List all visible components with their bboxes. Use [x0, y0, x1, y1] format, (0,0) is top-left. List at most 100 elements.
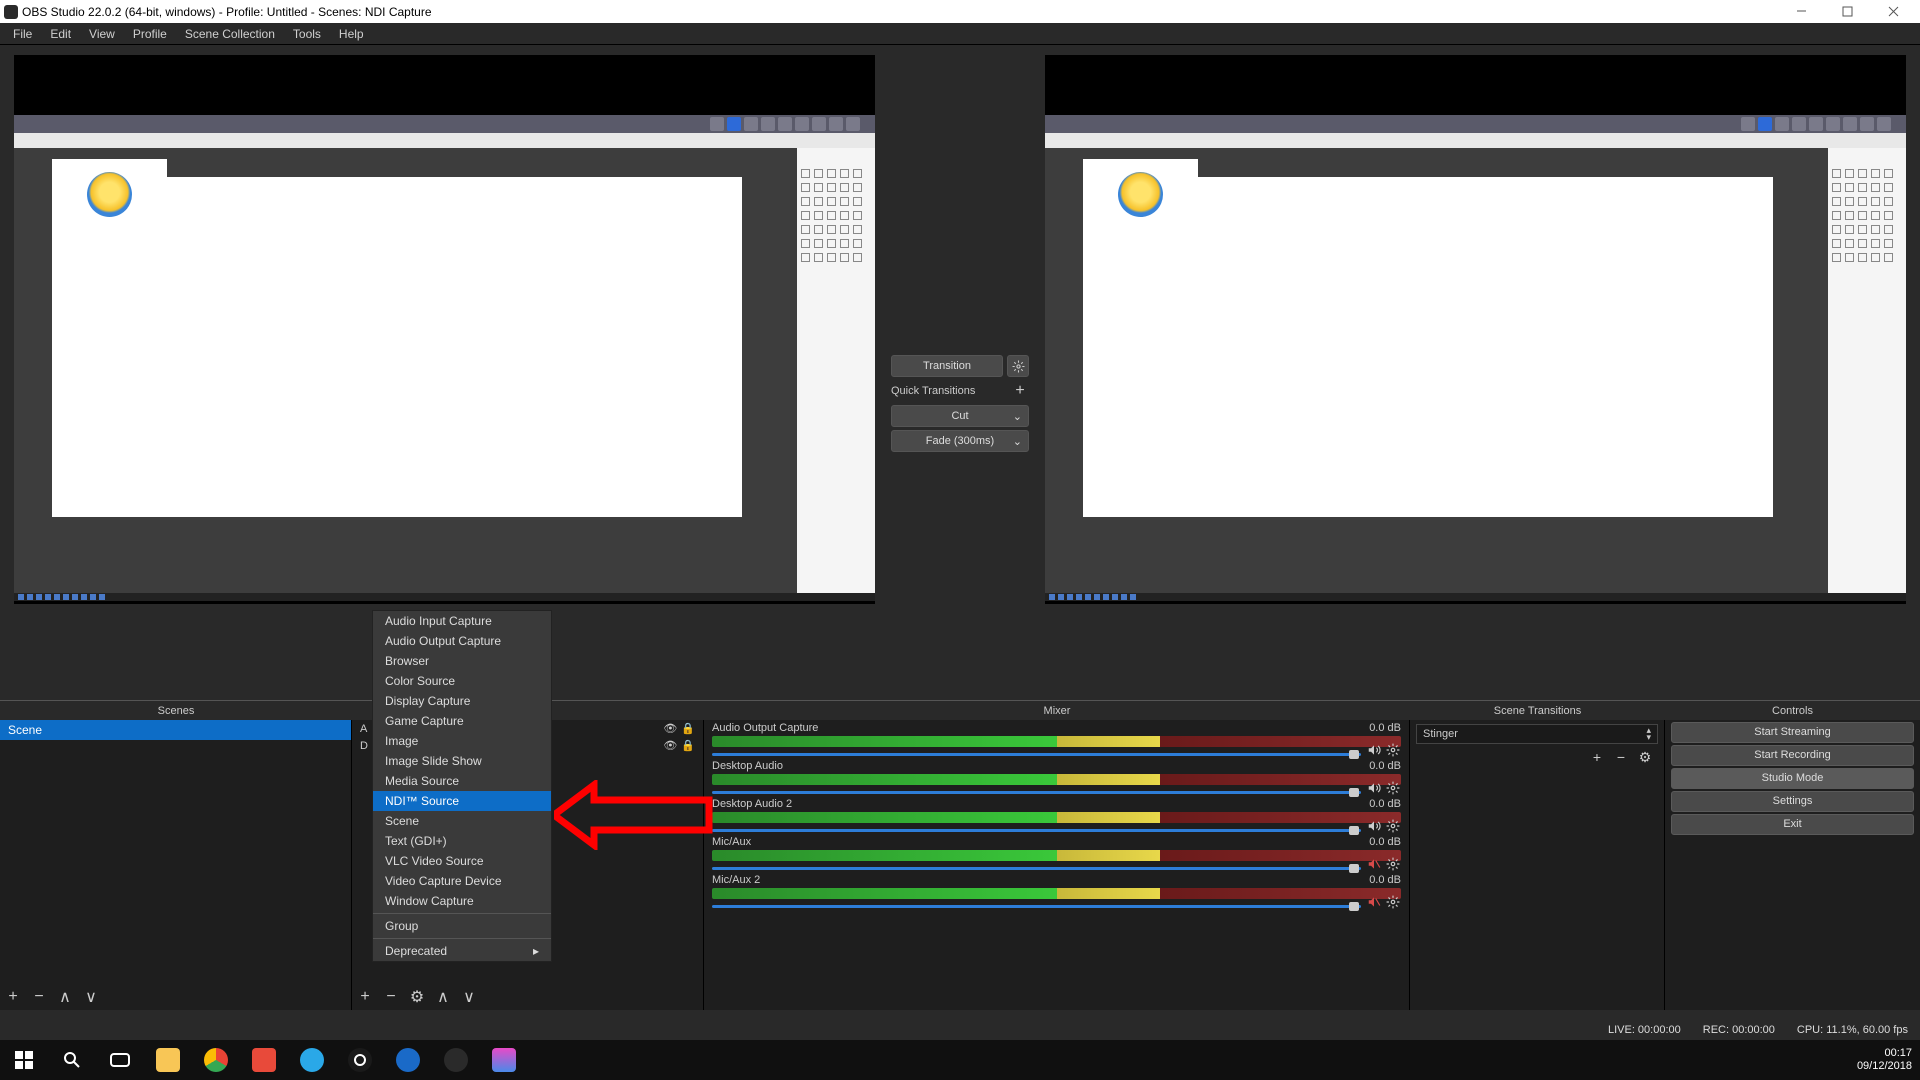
dock-scenes: Scene + − ∧ ∨ — [0, 720, 352, 1010]
context-menu-item[interactable]: Group — [373, 916, 551, 936]
scene-item[interactable]: Scene — [0, 720, 351, 740]
mute-button[interactable] — [1366, 742, 1382, 758]
context-menu-item[interactable]: Audio Output Capture — [373, 631, 551, 651]
context-menu-item[interactable]: VLC Video Source — [373, 851, 551, 871]
dock-scene-transitions: Stinger ▴▾ + − ⚙ — [1410, 720, 1665, 1010]
lock-icon[interactable]: 🔒 — [681, 722, 695, 735]
taskbar-app[interactable] — [384, 1040, 432, 1080]
menu-profile[interactable]: Profile — [124, 24, 176, 44]
quick-transition-cut[interactable]: Cut⌄ — [891, 405, 1029, 427]
control-button-settings[interactable]: Settings — [1671, 791, 1914, 812]
menu-tools[interactable]: Tools — [284, 24, 330, 44]
system-tray[interactable]: 00:17 09/12/2018 — [1857, 1047, 1920, 1073]
search-icon — [63, 1051, 81, 1069]
lock-icon[interactable]: 🔒 — [681, 739, 695, 752]
taskbar-app-chrome[interactable] — [192, 1040, 240, 1080]
move-source-up-button[interactable]: ∧ — [434, 988, 452, 1006]
source-settings-button[interactable]: ⚙ — [408, 988, 426, 1006]
taskbar-app-steam[interactable] — [336, 1040, 384, 1080]
remove-source-button[interactable]: − — [382, 988, 400, 1006]
mute-button[interactable] — [1366, 856, 1382, 872]
menu-view[interactable]: View — [80, 24, 124, 44]
context-menu-item[interactable]: Deprecated — [373, 941, 551, 961]
menu-file[interactable]: File — [4, 24, 41, 44]
volume-slider[interactable] — [712, 902, 1401, 910]
menubar: File Edit View Profile Scene Collection … — [0, 23, 1920, 45]
remove-transition-button[interactable]: − — [1612, 748, 1630, 766]
menu-edit[interactable]: Edit — [41, 24, 80, 44]
add-scene-button[interactable]: + — [4, 988, 22, 1006]
context-menu-item[interactable]: Display Capture — [373, 691, 551, 711]
channel-settings-button[interactable] — [1385, 856, 1401, 872]
add-source-button[interactable]: + — [356, 988, 374, 1006]
clock-date: 09/12/2018 — [1857, 1060, 1912, 1073]
maximize-button[interactable] — [1824, 0, 1870, 23]
dock-header-scenes[interactable]: Scenes — [0, 700, 352, 720]
taskbar-app[interactable] — [480, 1040, 528, 1080]
visibility-icon[interactable]: 👁 — [663, 722, 677, 735]
control-button-studio-mode[interactable]: Studio Mode — [1671, 768, 1914, 789]
move-source-down-button[interactable]: ∨ — [460, 988, 478, 1006]
star-icon — [87, 172, 132, 217]
context-menu-item[interactable]: Game Capture — [373, 711, 551, 731]
context-menu-item[interactable]: NDI™ Source — [373, 791, 551, 811]
mute-button[interactable] — [1366, 818, 1382, 834]
context-menu-item[interactable]: Scene — [373, 811, 551, 831]
preview-right[interactable] — [1045, 55, 1906, 604]
context-menu-item[interactable]: Text (GDI+) — [373, 831, 551, 851]
mixer-channel: Desktop Audio0.0 dB — [704, 758, 1409, 796]
mute-button[interactable] — [1366, 780, 1382, 796]
minimize-button[interactable] — [1778, 0, 1824, 23]
channel-settings-button[interactable] — [1385, 780, 1401, 796]
taskbar-app-explorer[interactable] — [144, 1040, 192, 1080]
volume-slider[interactable] — [712, 750, 1401, 758]
preview-left[interactable] — [14, 55, 875, 604]
volume-slider[interactable] — [712, 826, 1401, 834]
dock-headers: Scenes Sources Mixer Scene Transitions C… — [0, 700, 1920, 720]
volume-slider[interactable] — [712, 788, 1401, 796]
remove-scene-button[interactable]: − — [30, 988, 48, 1006]
add-quick-transition-button[interactable]: + — [1011, 382, 1029, 400]
context-menu-item[interactable]: Window Capture — [373, 891, 551, 911]
add-transition-button[interactable]: + — [1588, 748, 1606, 766]
control-button-start-streaming[interactable]: Start Streaming — [1671, 722, 1914, 743]
transition-button[interactable]: Transition — [891, 355, 1003, 377]
taskbar-app[interactable] — [240, 1040, 288, 1080]
transition-settings-button[interactable] — [1007, 355, 1029, 377]
search-button[interactable] — [48, 1040, 96, 1080]
context-menu-item[interactable]: Browser — [373, 651, 551, 671]
taskbar-app[interactable] — [288, 1040, 336, 1080]
quick-transition-fade[interactable]: Fade (300ms)⌄ — [891, 430, 1029, 452]
context-menu-item[interactable]: Audio Input Capture — [373, 611, 551, 631]
volume-slider[interactable] — [712, 864, 1401, 872]
taskbar-app-obs[interactable] — [432, 1040, 480, 1080]
dock-header-mixer[interactable]: Mixer — [704, 700, 1410, 720]
quick-transitions-label: Quick Transitions — [891, 385, 975, 397]
dock-mixer: Audio Output Capture0.0 dBDesktop Audio0… — [704, 720, 1410, 1010]
control-button-start-recording[interactable]: Start Recording — [1671, 745, 1914, 766]
close-button[interactable] — [1870, 0, 1916, 23]
channel-settings-button[interactable] — [1385, 742, 1401, 758]
menu-scene-collection[interactable]: Scene Collection — [176, 24, 284, 44]
move-scene-up-button[interactable]: ∧ — [56, 988, 74, 1006]
transition-settings-button[interactable]: ⚙ — [1636, 748, 1654, 766]
context-menu-item[interactable]: Media Source — [373, 771, 551, 791]
context-menu-item[interactable]: Image Slide Show — [373, 751, 551, 771]
dock-header-controls[interactable]: Controls — [1665, 700, 1920, 720]
transition-select[interactable]: Stinger ▴▾ — [1416, 724, 1658, 744]
control-button-exit[interactable]: Exit — [1671, 814, 1914, 835]
task-view-button[interactable] — [96, 1040, 144, 1080]
channel-settings-button[interactable] — [1385, 894, 1401, 910]
move-scene-down-button[interactable]: ∨ — [82, 988, 100, 1006]
status-cpu: CPU: 11.1%, 60.00 fps — [1797, 1024, 1908, 1036]
context-menu-item[interactable]: Video Capture Device — [373, 871, 551, 891]
context-menu-item[interactable]: Image — [373, 731, 551, 751]
start-button[interactable] — [0, 1040, 48, 1080]
menu-help[interactable]: Help — [330, 24, 373, 44]
visibility-icon[interactable]: 👁 — [663, 739, 677, 752]
channel-settings-button[interactable] — [1385, 818, 1401, 834]
status-live: LIVE: 00:00:00 — [1608, 1024, 1681, 1036]
mute-button[interactable] — [1366, 894, 1382, 910]
dock-header-scene-transitions[interactable]: Scene Transitions — [1410, 700, 1665, 720]
context-menu-item[interactable]: Color Source — [373, 671, 551, 691]
